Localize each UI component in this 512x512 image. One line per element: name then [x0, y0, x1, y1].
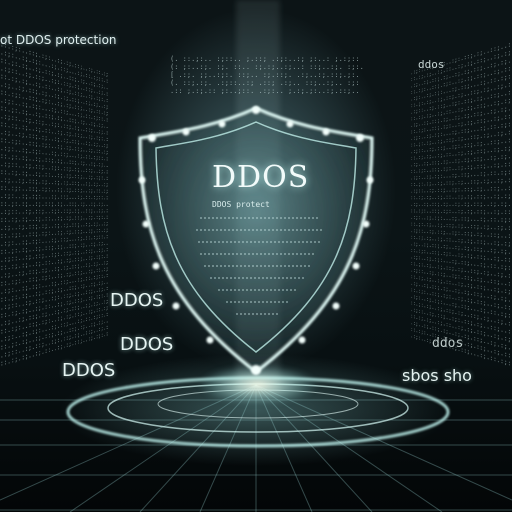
- right-label-2: ddos: [432, 336, 464, 351]
- right-label-1: ddos: [418, 58, 445, 71]
- left-label-2: DDOS: [120, 334, 174, 355]
- shield-title: DDOS: [212, 160, 310, 195]
- protection-caption: ot DDOS protection: [0, 33, 117, 47]
- shield-subtitle: DDOS protect: [212, 200, 270, 209]
- scene-graphics: [0, 0, 512, 512]
- ddos-scene: ::.:;:..::;.:;:..:;.:;.::;..:;.::.:;. .:…: [0, 0, 512, 512]
- left-label-1: DDOS: [110, 290, 164, 311]
- right-label-3: sbos sho: [402, 366, 472, 385]
- shield-icon: [138, 106, 374, 374]
- left-label-3: DDOS: [62, 360, 116, 381]
